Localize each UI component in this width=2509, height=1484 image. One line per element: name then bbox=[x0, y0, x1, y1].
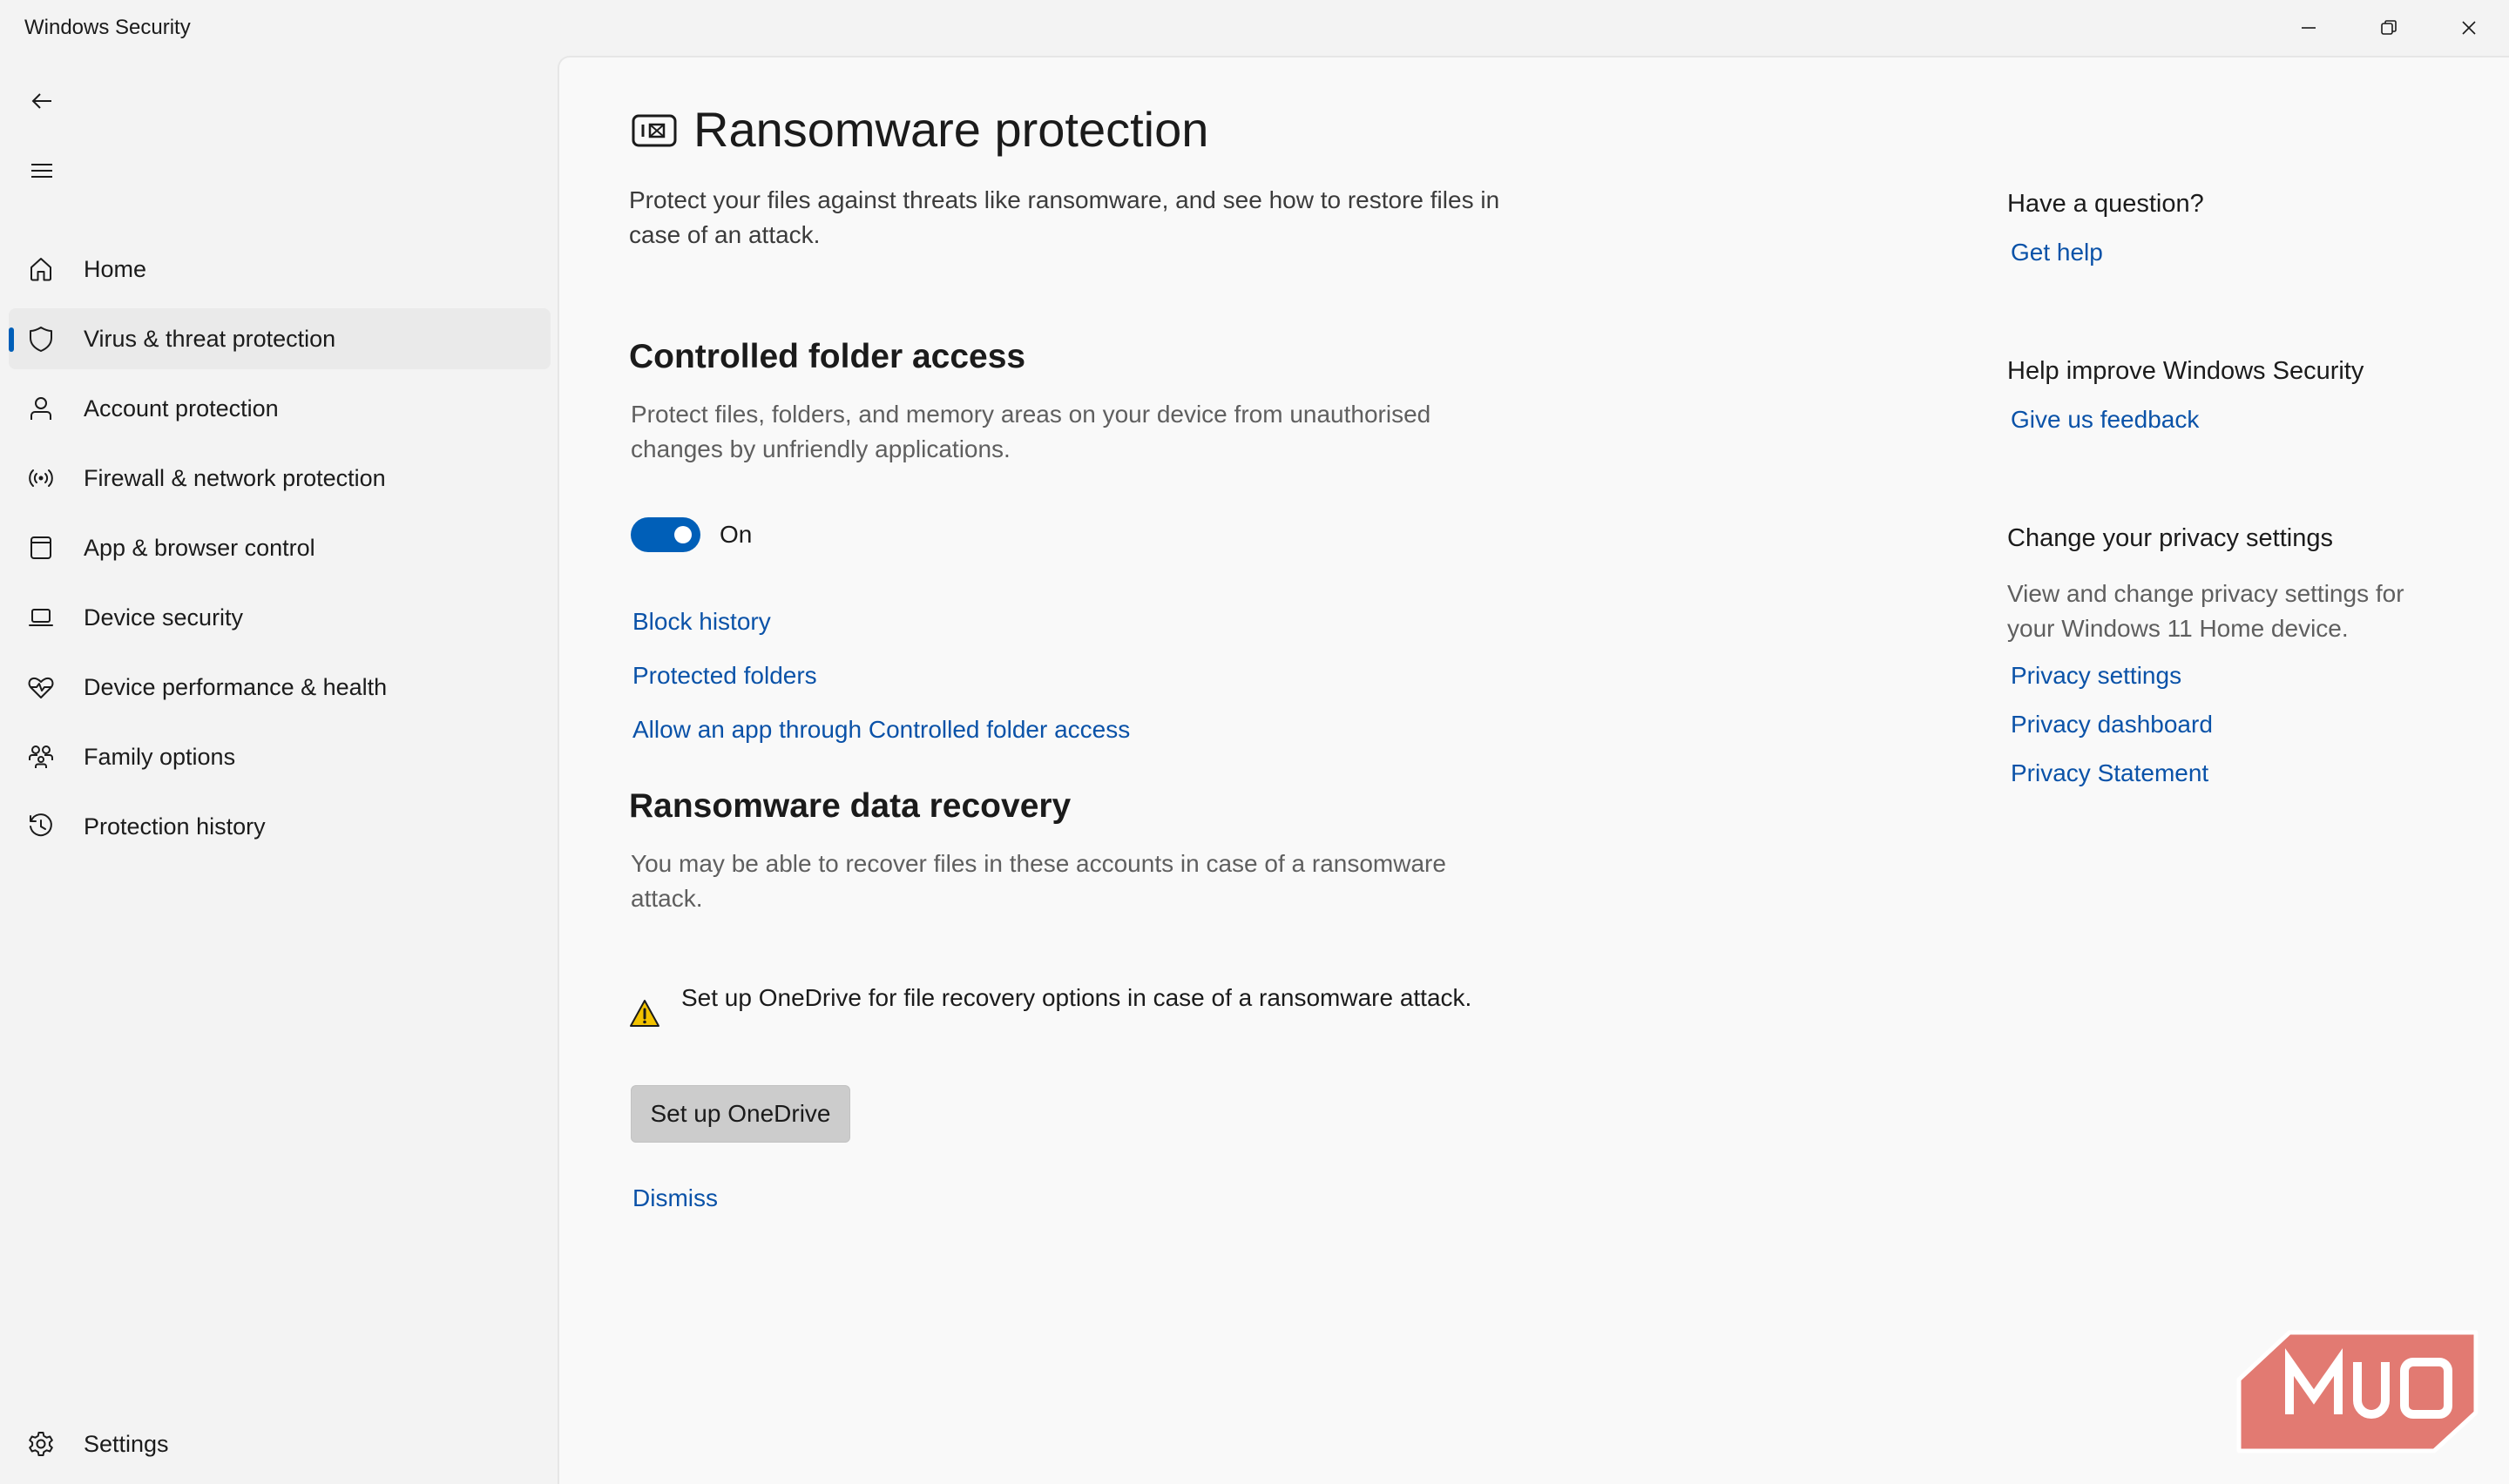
setup-onedrive-button[interactable]: Set up OneDrive bbox=[631, 1085, 850, 1143]
close-button[interactable] bbox=[2429, 0, 2509, 56]
close-icon bbox=[2462, 21, 2476, 35]
sidebar-item-firewall-network[interactable]: Firewall & network protection bbox=[9, 448, 551, 509]
sidebar-item-label: Family options bbox=[84, 743, 236, 770]
allow-app-link[interactable]: Allow an app through Controlled folder a… bbox=[632, 716, 1130, 744]
back-arrow-icon bbox=[31, 93, 51, 109]
sidebar-item-home[interactable]: Home bbox=[9, 239, 551, 300]
muo-watermark-logo bbox=[2236, 1330, 2479, 1454]
dismiss-link[interactable]: Dismiss bbox=[632, 1184, 718, 1212]
sidebar-item-label: Virus & threat protection bbox=[84, 325, 336, 352]
privacy-heading: Change your privacy settings bbox=[2007, 524, 2333, 552]
sidebar-item-label: Home bbox=[84, 255, 147, 282]
wireless-signal-icon bbox=[26, 463, 56, 493]
help-improve-heading: Help improve Windows Security bbox=[2007, 357, 2364, 385]
menu-button[interactable] bbox=[16, 145, 68, 197]
restore-button[interactable] bbox=[2349, 0, 2429, 56]
controlled-folder-toggle[interactable] bbox=[631, 517, 700, 552]
sidebar-item-label: App & browser control bbox=[84, 534, 315, 561]
protected-folders-link[interactable]: Protected folders bbox=[632, 662, 817, 690]
page-description: Protect your files against threats like … bbox=[629, 186, 1500, 248]
privacy-dashboard-link[interactable]: Privacy dashboard bbox=[2011, 711, 2213, 739]
title-bar: Windows Security bbox=[0, 0, 2509, 56]
sidebar-item-label: Firewall & network protection bbox=[84, 464, 386, 491]
privacy-settings-link[interactable]: Privacy settings bbox=[2011, 662, 2181, 690]
privacy-description: View and change privacy settings for you… bbox=[2007, 580, 2404, 642]
gear-icon bbox=[26, 1429, 56, 1459]
app-window-icon bbox=[26, 533, 56, 563]
app-title: Windows Security bbox=[24, 16, 191, 39]
home-icon bbox=[26, 254, 56, 284]
recovery-heading: Ransomware data recovery bbox=[629, 787, 1072, 825]
sidebar-item-label: Protection history bbox=[84, 813, 266, 840]
shield-icon bbox=[26, 324, 56, 354]
toggle-state-label: On bbox=[720, 521, 753, 548]
back-button[interactable] bbox=[16, 75, 68, 127]
active-indicator bbox=[9, 327, 14, 352]
ransomware-icon bbox=[632, 114, 677, 147]
sidebar-item-protection-history[interactable]: Protection history bbox=[9, 796, 551, 857]
minimize-icon bbox=[2302, 27, 2316, 29]
hamburger-menu-icon bbox=[31, 164, 52, 178]
person-icon bbox=[26, 394, 56, 423]
sidebar-item-label: Settings bbox=[84, 1430, 169, 1457]
toggle-knob bbox=[674, 526, 692, 543]
heart-pulse-icon bbox=[26, 672, 56, 702]
sidebar-item-family-options[interactable]: Family options bbox=[9, 726, 551, 787]
page-title: Ransomware protection bbox=[693, 102, 1209, 157]
recovery-description: You may be able to recover files in thes… bbox=[631, 850, 1446, 912]
sidebar-item-account-protection[interactable]: Account protection bbox=[9, 378, 551, 439]
sidebar-item-device-security[interactable]: Device security bbox=[9, 587, 551, 648]
minimize-button[interactable] bbox=[2269, 0, 2349, 56]
controlled-folder-heading: Controlled folder access bbox=[629, 338, 1026, 375]
sidebar-item-virus-threat-protection[interactable]: Virus & threat protection bbox=[9, 308, 551, 369]
get-help-link[interactable]: Get help bbox=[2011, 239, 2103, 266]
controlled-folder-description: Protect files, folders, and memory areas… bbox=[631, 401, 1431, 462]
sidebar-item-label: Device security bbox=[84, 604, 244, 631]
laptop-icon bbox=[26, 603, 56, 632]
onedrive-warning-text: Set up OneDrive for file recovery option… bbox=[681, 984, 1472, 1011]
block-history-link[interactable]: Block history bbox=[632, 608, 771, 636]
windows-security-window: Windows Security Home Virus & threat pro… bbox=[0, 0, 2509, 1484]
sidebar-item-app-browser-control[interactable]: App & browser control bbox=[9, 517, 551, 578]
family-icon bbox=[26, 742, 56, 772]
sidebar: Home Virus & threat protection Account p… bbox=[0, 56, 558, 1484]
sidebar-item-device-performance[interactable]: Device performance & health bbox=[9, 657, 551, 718]
sidebar-item-settings[interactable]: Settings bbox=[9, 1413, 551, 1474]
give-feedback-link[interactable]: Give us feedback bbox=[2011, 406, 2199, 434]
warning-icon bbox=[630, 1000, 659, 1027]
content-pane: Ransomware protection Protect your files… bbox=[558, 56, 2509, 1484]
sidebar-item-label: Device performance & health bbox=[84, 673, 388, 700]
privacy-statement-link[interactable]: Privacy Statement bbox=[2011, 759, 2208, 787]
history-icon bbox=[26, 812, 56, 841]
restore-icon bbox=[2381, 20, 2397, 35]
sidebar-item-label: Account protection bbox=[84, 395, 279, 422]
have-question-heading: Have a question? bbox=[2007, 190, 2204, 218]
